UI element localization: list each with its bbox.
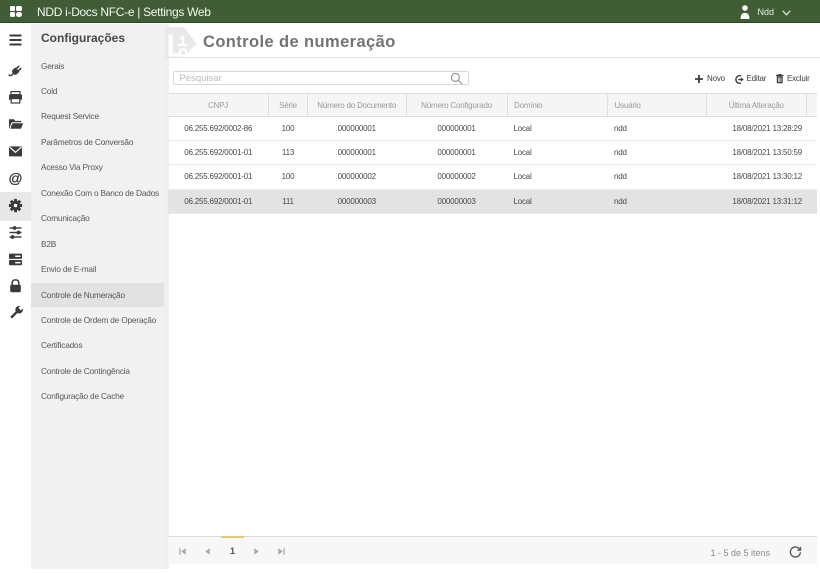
svg-text:@: @ [8, 171, 22, 185]
